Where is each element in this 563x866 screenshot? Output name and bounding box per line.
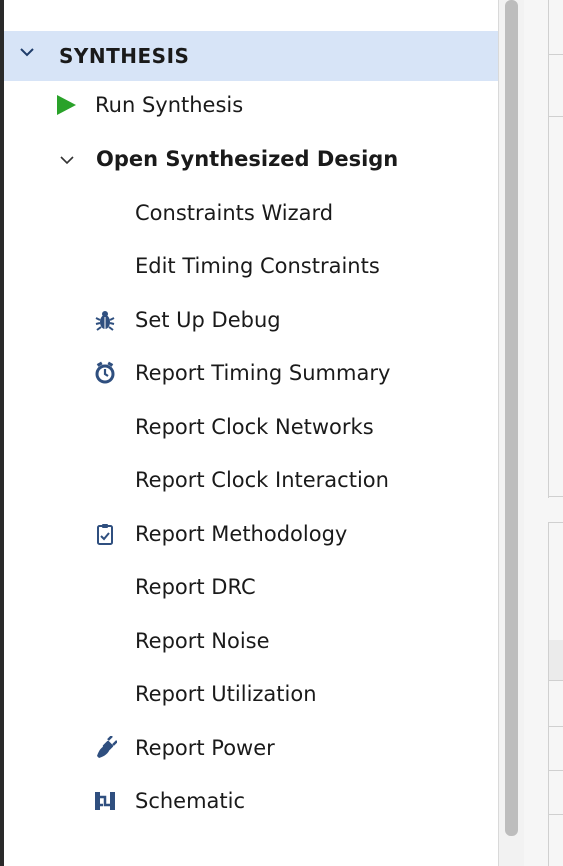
adjacent-panel-divider	[548, 680, 563, 681]
nav-item-label: Schematic	[135, 789, 246, 813]
nav-item-report-clock-networks[interactable]: Report Clock Networks	[80, 406, 490, 446]
nav-item-label: Edit Timing Constraints	[135, 254, 380, 278]
nav-item-report-power[interactable]: Report Power	[80, 727, 490, 767]
power-plug-icon	[97, 736, 117, 758]
nav-item-label: Constraints Wizard	[135, 201, 334, 225]
section-title: SYNTHESIS	[59, 44, 190, 68]
nav-item-report-methodology[interactable]: Report Methodology	[80, 513, 490, 553]
chevron-down-icon[interactable]	[58, 151, 76, 169]
nav-item-report-noise[interactable]: Report Noise	[80, 620, 490, 660]
adjacent-panel-divider	[548, 496, 563, 497]
nav-item-label: Open Synthesized Design	[96, 147, 399, 171]
adjacent-panel-border	[548, 0, 549, 498]
stopwatch-icon	[95, 361, 115, 384]
nav-item-label: Report Clock Interaction	[135, 468, 389, 492]
nav-item-schematic[interactable]: Schematic	[80, 780, 490, 820]
nav-item-label: Report Methodology	[135, 522, 348, 546]
schematic-icon	[95, 792, 115, 810]
nav-item-label: Report Timing Summary	[135, 361, 391, 385]
nav-item-label: Report Clock Networks	[135, 415, 374, 439]
adjacent-panel-divider	[548, 770, 563, 771]
adjacent-panel-divider	[548, 54, 563, 55]
nav-item-run-synthesis[interactable]: Run Synthesis	[50, 84, 490, 124]
nav-item-label: Report DRC	[135, 575, 256, 599]
nav-item-set-up-debug[interactable]: Set Up Debug	[80, 299, 490, 339]
nav-item-open-synthesized-design[interactable]: Open Synthesized Design	[50, 138, 490, 178]
chevron-down-icon[interactable]	[18, 43, 36, 61]
play-icon	[57, 95, 76, 115]
nav-item-label: Report Utilization	[135, 682, 317, 706]
nav-item-constraints-wizard[interactable]: Constraints Wizard	[80, 192, 490, 232]
adjacent-panel-divider	[548, 726, 563, 727]
nav-item-label: Set Up Debug	[135, 308, 281, 332]
nav-item-label: Report Noise	[135, 629, 270, 653]
nav-item-label: Run Synthesis	[95, 93, 244, 117]
section-header-synthesis[interactable]: SYNTHESIS	[4, 31, 498, 81]
nav-item-edit-timing-constraints[interactable]: Edit Timing Constraints	[80, 245, 490, 285]
adjacent-panel-divider	[548, 814, 563, 815]
scrollbar-thumb[interactable]	[505, 0, 518, 836]
nav-item-report-drc[interactable]: Report DRC	[80, 566, 490, 606]
adjacent-panel-row-header	[549, 640, 563, 680]
adjacent-panel-divider	[548, 116, 563, 117]
clipboard-check-icon	[97, 524, 113, 545]
nav-item-report-utilization[interactable]: Report Utilization	[80, 673, 490, 713]
nav-item-report-timing-summary[interactable]: Report Timing Summary	[80, 352, 490, 392]
bug-icon	[95, 311, 115, 331]
nav-item-label: Report Power	[135, 736, 275, 760]
adjacent-panel	[524, 0, 563, 866]
adjacent-panel-divider	[548, 522, 563, 523]
nav-item-report-clock-interaction[interactable]: Report Clock Interaction	[80, 459, 490, 499]
